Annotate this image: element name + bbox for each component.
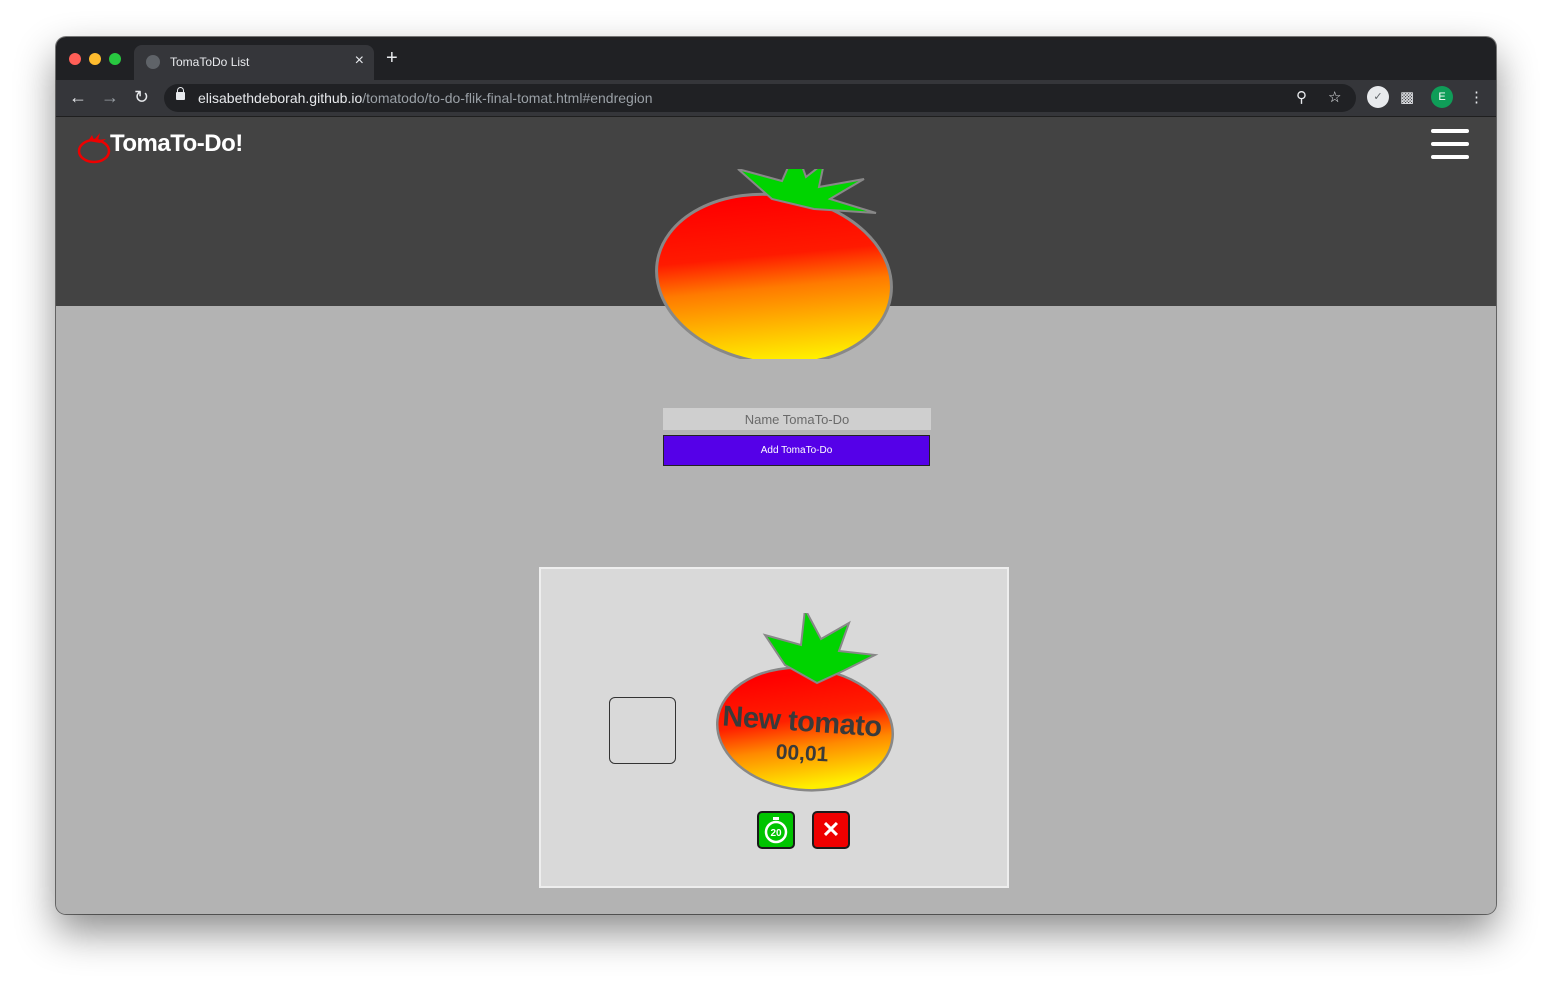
url-text: elisabethdeborah.github.io/tomatodo/to-d… [198, 90, 653, 106]
tab-strip: TomaToDo List × + [56, 37, 1496, 80]
close-tab-icon[interactable]: × [355, 51, 364, 71]
close-icon: ✕ [821, 817, 841, 842]
puzzle-extensions-icon[interactable]: ▩ [1400, 88, 1414, 106]
browser-toolbar: ← → ↻ elisabethdeborah.github.io/tomatod… [56, 80, 1496, 117]
start-timer-button[interactable]: 20 [757, 811, 795, 849]
timer-badge-text: 20 [770, 828, 782, 839]
zoom-icon[interactable]: ⚲ [1296, 88, 1307, 106]
address-bar[interactable]: elisabethdeborah.github.io/tomatodo/to-d… [164, 84, 1356, 112]
brand-title[interactable]: TomaTo-Do! [110, 130, 243, 158]
browser-menu-icon[interactable]: ⋮ [1469, 88, 1484, 106]
reload-icon[interactable]: ↻ [134, 87, 149, 107]
bookmark-star-icon[interactable]: ☆ [1328, 88, 1341, 106]
close-window-button[interactable] [69, 53, 81, 65]
tomato-illustration [655, 169, 893, 359]
hamburger-menu-icon[interactable] [1431, 129, 1469, 159]
delete-todo-button[interactable]: ✕ [812, 811, 850, 849]
browser-tab[interactable]: TomaToDo List × [134, 45, 374, 80]
add-todo-button[interactable]: Add TomaTo-Do [663, 435, 930, 466]
url-host: elisabethdeborah.github.io [198, 90, 363, 106]
maximize-window-button[interactable] [109, 53, 121, 65]
lock-icon [176, 87, 185, 100]
stopwatch-icon: 20 [764, 817, 788, 844]
url-path: /tomatodo/to-do-flik-final-tomat.html#en… [362, 90, 653, 106]
page-content: TomaTo-Do! Add TomaTo-Do [56, 117, 1496, 914]
minimize-window-button[interactable] [89, 53, 101, 65]
new-tab-icon[interactable]: + [386, 48, 398, 68]
tab-title: TomaToDo List [170, 55, 250, 69]
back-arrow-icon[interactable]: ← [69, 87, 87, 107]
profile-avatar[interactable]: E [1431, 86, 1453, 108]
extension-check-icon[interactable]: ✓ [1367, 86, 1389, 108]
todo-name-input[interactable] [663, 408, 931, 430]
todo-done-checkbox[interactable] [609, 697, 676, 764]
browser-window: TomaToDo List × + ← → ↻ elisabethdeborah… [56, 37, 1496, 914]
globe-icon [146, 55, 160, 69]
todo-card: New tomato 00,01 20 ✕ [539, 567, 1009, 888]
forward-arrow-icon[interactable]: → [101, 87, 119, 107]
